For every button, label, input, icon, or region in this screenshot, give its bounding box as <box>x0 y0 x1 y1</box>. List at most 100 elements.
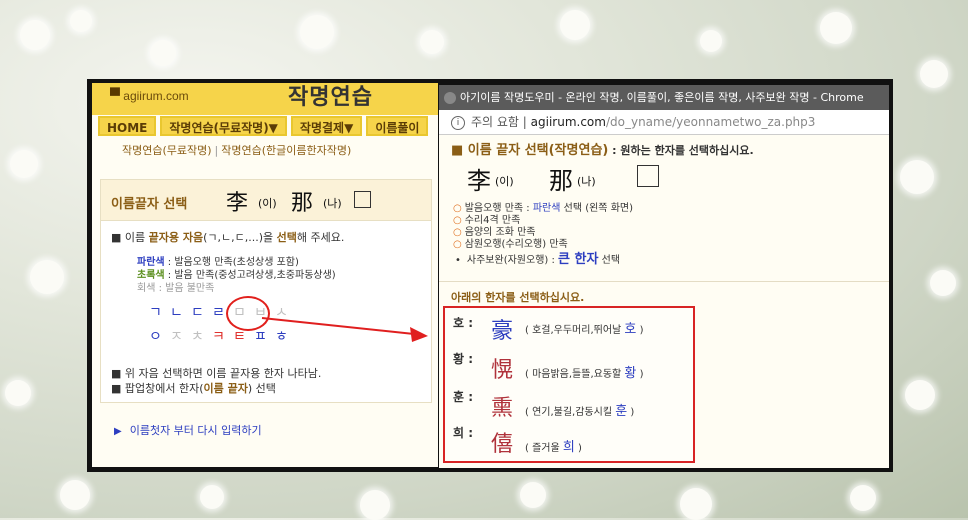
popup-empty-slot <box>637 165 659 187</box>
site-logo[interactable]: ▀ agiirum.com <box>110 87 189 103</box>
option-label: 호 : <box>453 316 474 330</box>
popup-name-display: 李 (이) 那 (나) <box>467 161 717 201</box>
circle-icon: ○ <box>453 227 462 238</box>
jamo-siot[interactable]: ㅅ <box>271 302 292 322</box>
saju-pre: 사주보완(자원오행) : <box>466 255 559 266</box>
hanja-option-hui[interactable]: 희 : 僖 ( 즐거울 희 ) <box>445 424 693 458</box>
jamo-chieut[interactable]: ㅊ <box>187 326 208 346</box>
popup-heading: ■ 이름 끝자 선택(작명연습) : 원하는 한자를 선택하십시요. <box>451 139 754 158</box>
saju-post: 선택 <box>598 255 621 266</box>
meaning-text: ( 연기,불길,감동시킬 <box>525 407 616 418</box>
menu-practice[interactable]: 작명연습(무료작명)▼ <box>160 116 287 136</box>
meaning-text: ( 호걸,우두머리,뛰어날 <box>525 325 625 336</box>
option-hanja[interactable]: 熏 <box>491 390 513 422</box>
criteria-4-text: 삼원오행(수리오행) 만족 <box>464 239 568 250</box>
note2-bold: 이름 끝자 <box>203 382 248 395</box>
info-icon[interactable]: i <box>451 115 465 130</box>
jamo-hieut[interactable]: ㅎ <box>271 326 292 346</box>
criteria-1: ○ 발음오행 만족 : 파란색 선택 (왼쪽 화면) <box>453 203 633 215</box>
security-warning: 주의 요함 <box>471 115 519 129</box>
submenu-hangul[interactable]: 작명연습(한글이름한자작명) <box>221 144 351 157</box>
empty-slot <box>354 191 371 208</box>
bullet-icon: • <box>455 255 461 266</box>
first-char-reading: (이) <box>258 197 277 210</box>
popup-second-hanja: 那 <box>549 167 573 195</box>
legend-gray: 회색 : 발음 불만족 <box>137 282 336 295</box>
legend-green-text: : 발음 만족(중성고려상생,초중파동상생) <box>164 270 336 281</box>
logo-text: agiirum.com <box>123 89 189 103</box>
criteria-2: ○ 수리4격 만족 <box>453 215 633 227</box>
popup-titlebar: 아기이름 작명도우미 - 온라인 작명, 이름풀이, 좋은이름 작명, 사주보완… <box>439 85 889 110</box>
popup-first-hanja: 李 <box>467 167 491 195</box>
meaning-close: ) <box>636 325 644 336</box>
popup-second-reading: (나) <box>577 175 596 188</box>
jamo-ieung[interactable]: ㅇ <box>145 326 166 346</box>
criteria-list: ○ 발음오행 만족 : 파란색 선택 (왼쪽 화면) ○ 수리4격 만족 ○ 음양의 … <box>453 203 633 267</box>
option-hanja[interactable]: 豪 <box>491 313 513 345</box>
meaning-close: ) <box>636 369 644 380</box>
first-char-hanja: 李 <box>226 191 249 216</box>
second-char-hanja: 那 <box>291 191 314 216</box>
criteria-1-text: 발음오행 만족 : <box>464 203 533 214</box>
jamo-giyeok[interactable]: ㄱ <box>145 302 166 322</box>
saju-big: 큰 한자 <box>558 252 599 267</box>
menu-home[interactable]: HOME <box>98 116 157 136</box>
instruction-bold2: 선택 <box>276 231 297 244</box>
popup-window: 아기이름 작명도우미 - 온라인 작명, 이름풀이, 좋은이름 작명, 사주보완… <box>439 85 889 468</box>
jamo-digeut[interactable]: ㄷ <box>187 302 208 322</box>
hanja-option-hun[interactable]: 훈 : 熏 ( 연기,불길,감동시킬 훈 ) <box>445 388 693 422</box>
submenu: 작명연습(무료작명) | 작명연습(한글이름한자작명) <box>122 142 351 158</box>
legend-blue-label: 파란색 <box>137 257 165 268</box>
hanja-option-ho[interactable]: 호 : 豪 ( 호걸,우두머리,뛰어날 호 ) <box>445 314 693 348</box>
jamo-kieuk[interactable]: ㅋ <box>208 326 229 346</box>
circle-icon: ○ <box>453 239 462 250</box>
popup-heading-title: ■ 이름 끝자 선택(작명연습) <box>451 143 609 158</box>
option-label: 황 : <box>453 352 474 366</box>
second-char-reading: (나) <box>323 197 342 210</box>
hanja-options-box: 호 : 豪 ( 호걸,우두머리,뛰어날 호 ) 황 : 愰 ( 마음밝음,들뜰,… <box>443 306 695 463</box>
meaning-sound: 황 <box>624 366 637 381</box>
main-menu: HOME 작명연습(무료작명)▼ 작명결제▼ 이름풀이 <box>98 116 432 136</box>
site-title: 작명연습 <box>288 85 373 110</box>
criteria-4: ○ 삼원오행(수리오행) 만족 <box>453 239 633 251</box>
option-label: 훈 : <box>453 390 474 404</box>
menu-payment[interactable]: 작명결제▼ <box>290 116 363 136</box>
jamo-row-2: ㅇㅈㅊㅋㅌㅍㅎ <box>145 326 292 346</box>
menu-interpretation[interactable]: 이름풀이 <box>366 116 429 136</box>
popup-first-reading: (이) <box>495 175 514 188</box>
legend-gray-text: : 발음 불만족 <box>155 283 215 294</box>
option-hanja[interactable]: 愰 <box>491 352 513 384</box>
legend-gray-label: 회색 <box>137 283 156 294</box>
note2-post: ) 선택 <box>247 382 276 395</box>
criteria-3: ○ 음양의 조화 만족 <box>453 227 633 239</box>
choose-instruction: 아래의 한자를 선택하십시요. <box>451 291 585 304</box>
meaning-close: ) <box>627 407 635 418</box>
legend-blue-text: : 발음오행 만족(초성상생 포함) <box>164 257 299 268</box>
saju-line: • 사주보완(자원오행) : 큰 한자 선택 <box>453 252 633 267</box>
divider <box>439 281 889 282</box>
address-bar[interactable]: i 주의 요함 | agiirum.com/do_yname/yeonnametw… <box>439 110 889 135</box>
meaning-text: ( 즐거울 <box>525 443 563 454</box>
page-favicon-icon <box>444 92 456 104</box>
instruction-post: 해 주세요. <box>296 231 345 244</box>
color-legend: 파란색 : 발음오행 만족(초성상생 포함) 초록색 : 발음 만족(중성고려상… <box>137 256 336 295</box>
jamo-nieun[interactable]: ㄴ <box>166 302 187 322</box>
jamo-jieut[interactable]: ㅈ <box>166 326 187 346</box>
submenu-free[interactable]: 작명연습(무료작명) <box>122 144 212 157</box>
criteria-1-tail: 선택 (왼쪽 화면) <box>560 203 633 214</box>
main-site-panel: ▀ agiirum.com 작명연습 HOME 작명연습(무료작명)▼ 작명결제… <box>92 83 438 467</box>
play-icon: ▶ <box>114 426 122 437</box>
instruction-bold1: 끝자용 자음 <box>148 231 204 244</box>
name-select-box: 이름끝자 선택 李 (이) 那 (나) ■ 이름 끝자용 자음(ㄱ,ㄴ,ㄷ,..… <box>100 179 432 403</box>
instruction: ■ 이름 끝자용 자음(ㄱ,ㄴ,ㄷ,...)을 선택해 주세요. <box>111 229 344 245</box>
criteria-2-text: 수리4격 만족 <box>464 215 521 226</box>
legend-green-label: 초록색 <box>137 270 165 281</box>
criteria-3-text: 음양의 조화 만족 <box>464 227 536 238</box>
option-hanja[interactable]: 僖 <box>491 426 513 458</box>
option-meaning: ( 연기,불길,감동시킬 훈 ) <box>525 400 634 419</box>
restart-link[interactable]: ▶ 이름첫자 부터 다시 입력하기 <box>114 422 262 438</box>
submenu-separator: | <box>214 144 219 157</box>
meaning-sound: 희 <box>562 440 575 455</box>
hanja-option-hwang[interactable]: 황 : 愰 ( 마음밝음,들뜰,요동할 황 ) <box>445 350 693 384</box>
option-meaning: ( 마음밝음,들뜰,요동할 황 ) <box>525 362 643 381</box>
